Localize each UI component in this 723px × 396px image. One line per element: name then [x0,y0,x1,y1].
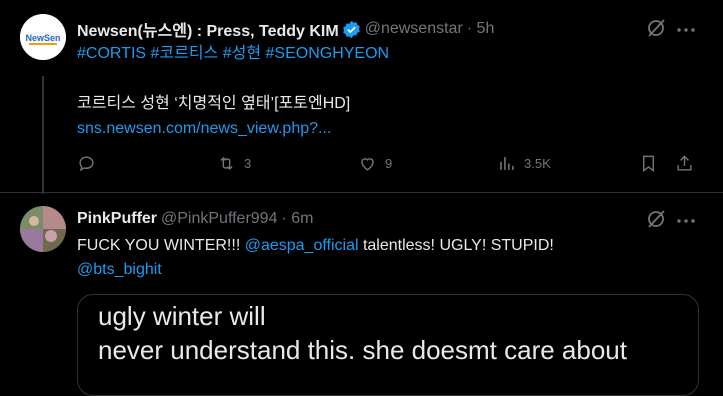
display-name[interactable]: PinkPuffer [77,210,157,228]
views-button[interactable]: 3.5K [497,154,551,173]
bookmark-icon [643,155,654,173]
share-button[interactable] [675,154,702,173]
media-text-line2: never understand this. she doesmt care a… [98,335,627,365]
reply-button[interactable] [77,154,104,173]
repost-button[interactable]: 3 [217,154,251,173]
repost-count: 3 [244,156,252,171]
bookmark-button[interactable] [639,154,666,173]
media-text-line1: ugly winter will [98,301,266,331]
views-count: 3.5K [524,156,551,171]
tweet-newsen[interactable]: NewSen Newsen(뉴스엔) : Press, Teddy KIM @n… [0,0,723,194]
avatar-logo-text: NewSen [25,33,60,43]
headline: 코르티스 성현 ‘치명적인 옆태’[포토엔HD] [77,95,351,112]
avatar-newsen[interactable]: NewSen [20,14,66,60]
tweet-text-line2: @bts_bighit [77,259,162,281]
share-icon [677,155,692,171]
mention-aespa[interactable]: @aespa_official [245,237,359,254]
article-link[interactable]: sns.newsen.com/news_view.php?... [77,118,331,140]
more-icon[interactable] [675,21,697,43]
mention-bts[interactable]: @bts_bighit [77,261,162,278]
tweet-text: talentless! UGLY! STUPID! [358,237,554,254]
media-card[interactable]: ugly winter will never understand this. … [77,294,699,396]
action-bar: 3 9 3.5K [77,154,707,176]
repost-icon [220,156,233,171]
like-count: 9 [385,156,393,171]
tweet-header: Newsen(뉴스엔) : Press, Teddy KIM @newsenst… [77,17,494,41]
handle[interactable]: @PinkPuffer994 [161,210,277,228]
reply-icon [79,156,94,172]
like-button[interactable]: 9 [358,154,392,173]
verified-icon[interactable] [342,20,361,39]
handle[interactable]: @newsenstar [365,20,463,38]
tweet-text-line1: FUCK YOU WINTER!!! @aespa_official talen… [77,235,554,257]
timestamp[interactable]: · 6m [281,210,313,228]
like-icon [361,158,374,171]
tweet-text: FUCK YOU WINTER!!! [77,237,245,254]
grok-icon[interactable] [645,208,667,230]
hashtags[interactable]: #CORTIS #코르티스 #성현 #SEONGHYEON [77,43,389,65]
tweet-header: PinkPuffer @PinkPuffer994 · 6m [77,210,313,228]
views-icon [500,157,514,170]
avatar-pinkpuffer[interactable] [20,206,66,252]
timestamp[interactable]: · 5h [467,20,495,38]
thread-connector [42,76,44,194]
display-name[interactable]: Newsen(뉴스엔) : Press, Teddy KIM [77,17,339,41]
grok-icon[interactable] [645,17,667,39]
more-icon[interactable] [675,212,697,234]
